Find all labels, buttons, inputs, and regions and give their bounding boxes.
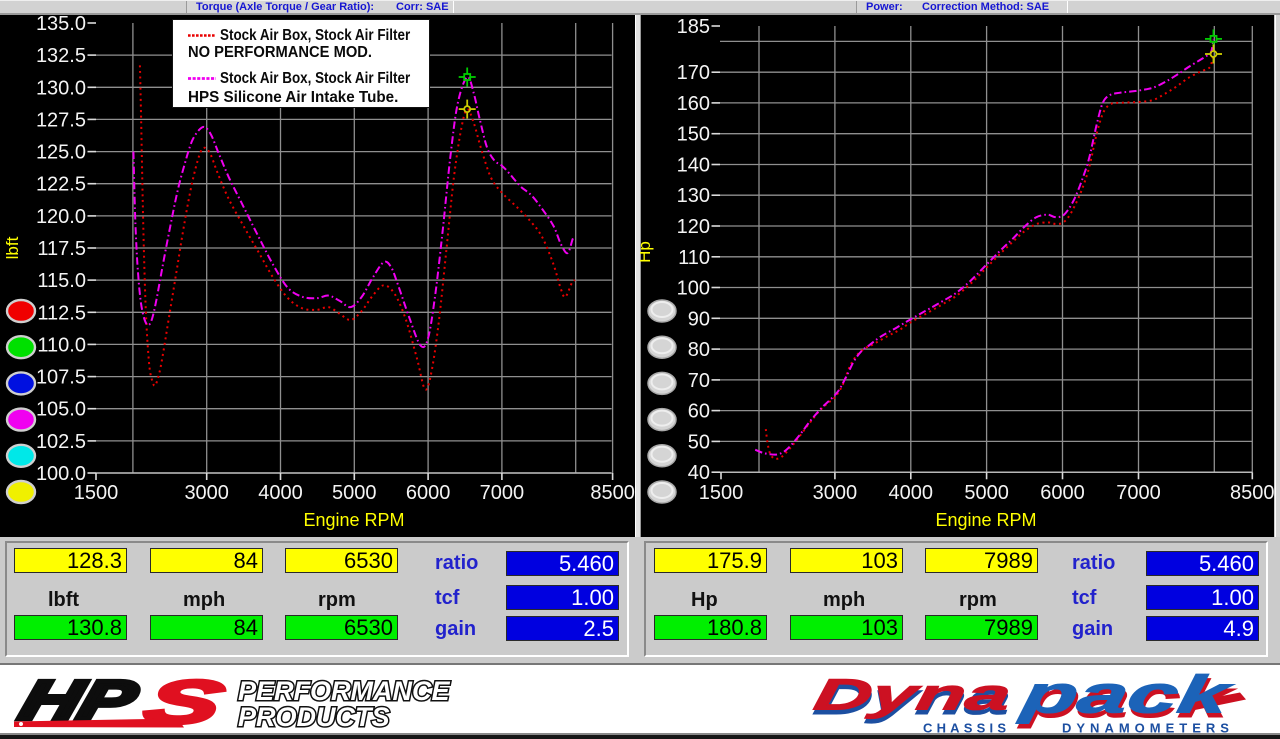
svg-text:50: 50 [688, 431, 710, 453]
svg-text:7000: 7000 [1116, 482, 1161, 504]
svg-text:7000: 7000 [480, 482, 525, 504]
svg-text:110.0: 110.0 [37, 334, 86, 356]
svg-text:3000: 3000 [813, 482, 858, 504]
svg-text:Dyna: Dyna [810, 669, 1015, 719]
svg-text:5000: 5000 [332, 482, 377, 504]
svg-text:1500: 1500 [699, 482, 744, 504]
svg-text:4000: 4000 [258, 482, 303, 504]
svg-text:140: 140 [677, 155, 710, 177]
svg-text:lbft: lbft [3, 236, 22, 259]
svg-text:160: 160 [677, 93, 710, 115]
svg-text:105.0: 105.0 [36, 399, 86, 421]
svg-text:115.0: 115.0 [37, 270, 86, 292]
svg-text:122.5: 122.5 [36, 174, 86, 196]
svg-text:pack: pack [1016, 665, 1239, 724]
svg-text:60: 60 [688, 401, 710, 423]
svg-text:107.5: 107.5 [36, 367, 86, 389]
svg-text:110: 110 [678, 247, 710, 269]
svg-text:170: 170 [677, 62, 710, 84]
svg-text:40: 40 [688, 462, 710, 484]
svg-text:Hp: Hp [640, 241, 654, 263]
svg-text:90: 90 [688, 308, 710, 330]
svg-text:135.0: 135.0 [36, 15, 86, 35]
svg-text:127.5: 127.5 [36, 109, 86, 131]
svg-text:120: 120 [677, 216, 710, 238]
svg-text:125.0: 125.0 [36, 142, 86, 164]
svg-text:5000: 5000 [964, 482, 1009, 504]
svg-text:1500: 1500 [74, 482, 119, 504]
svg-text:100: 100 [677, 278, 710, 300]
svg-text:8500: 8500 [590, 482, 635, 504]
svg-text:Engine RPM: Engine RPM [935, 510, 1036, 530]
svg-text:80: 80 [688, 339, 710, 361]
svg-text:130.0: 130.0 [36, 77, 86, 99]
svg-text:150: 150 [677, 124, 710, 146]
svg-text:6000: 6000 [406, 482, 451, 504]
svg-text:130: 130 [677, 185, 710, 207]
svg-text:120.0: 120.0 [36, 206, 86, 228]
svg-text:102.5: 102.5 [36, 431, 86, 453]
svg-text:8500: 8500 [1230, 482, 1275, 504]
svg-text:PRODUCTS: PRODUCTS [238, 702, 390, 732]
svg-text:4000: 4000 [889, 482, 934, 504]
svg-text:70: 70 [688, 370, 710, 392]
svg-text:6000: 6000 [1040, 482, 1085, 504]
svg-text:185: 185 [677, 16, 710, 38]
svg-text:3000: 3000 [184, 482, 229, 504]
svg-text:132.5: 132.5 [36, 45, 86, 67]
svg-text:112.5: 112.5 [37, 302, 86, 324]
svg-text:117.5: 117.5 [37, 238, 86, 260]
svg-text:Engine RPM: Engine RPM [303, 510, 404, 530]
